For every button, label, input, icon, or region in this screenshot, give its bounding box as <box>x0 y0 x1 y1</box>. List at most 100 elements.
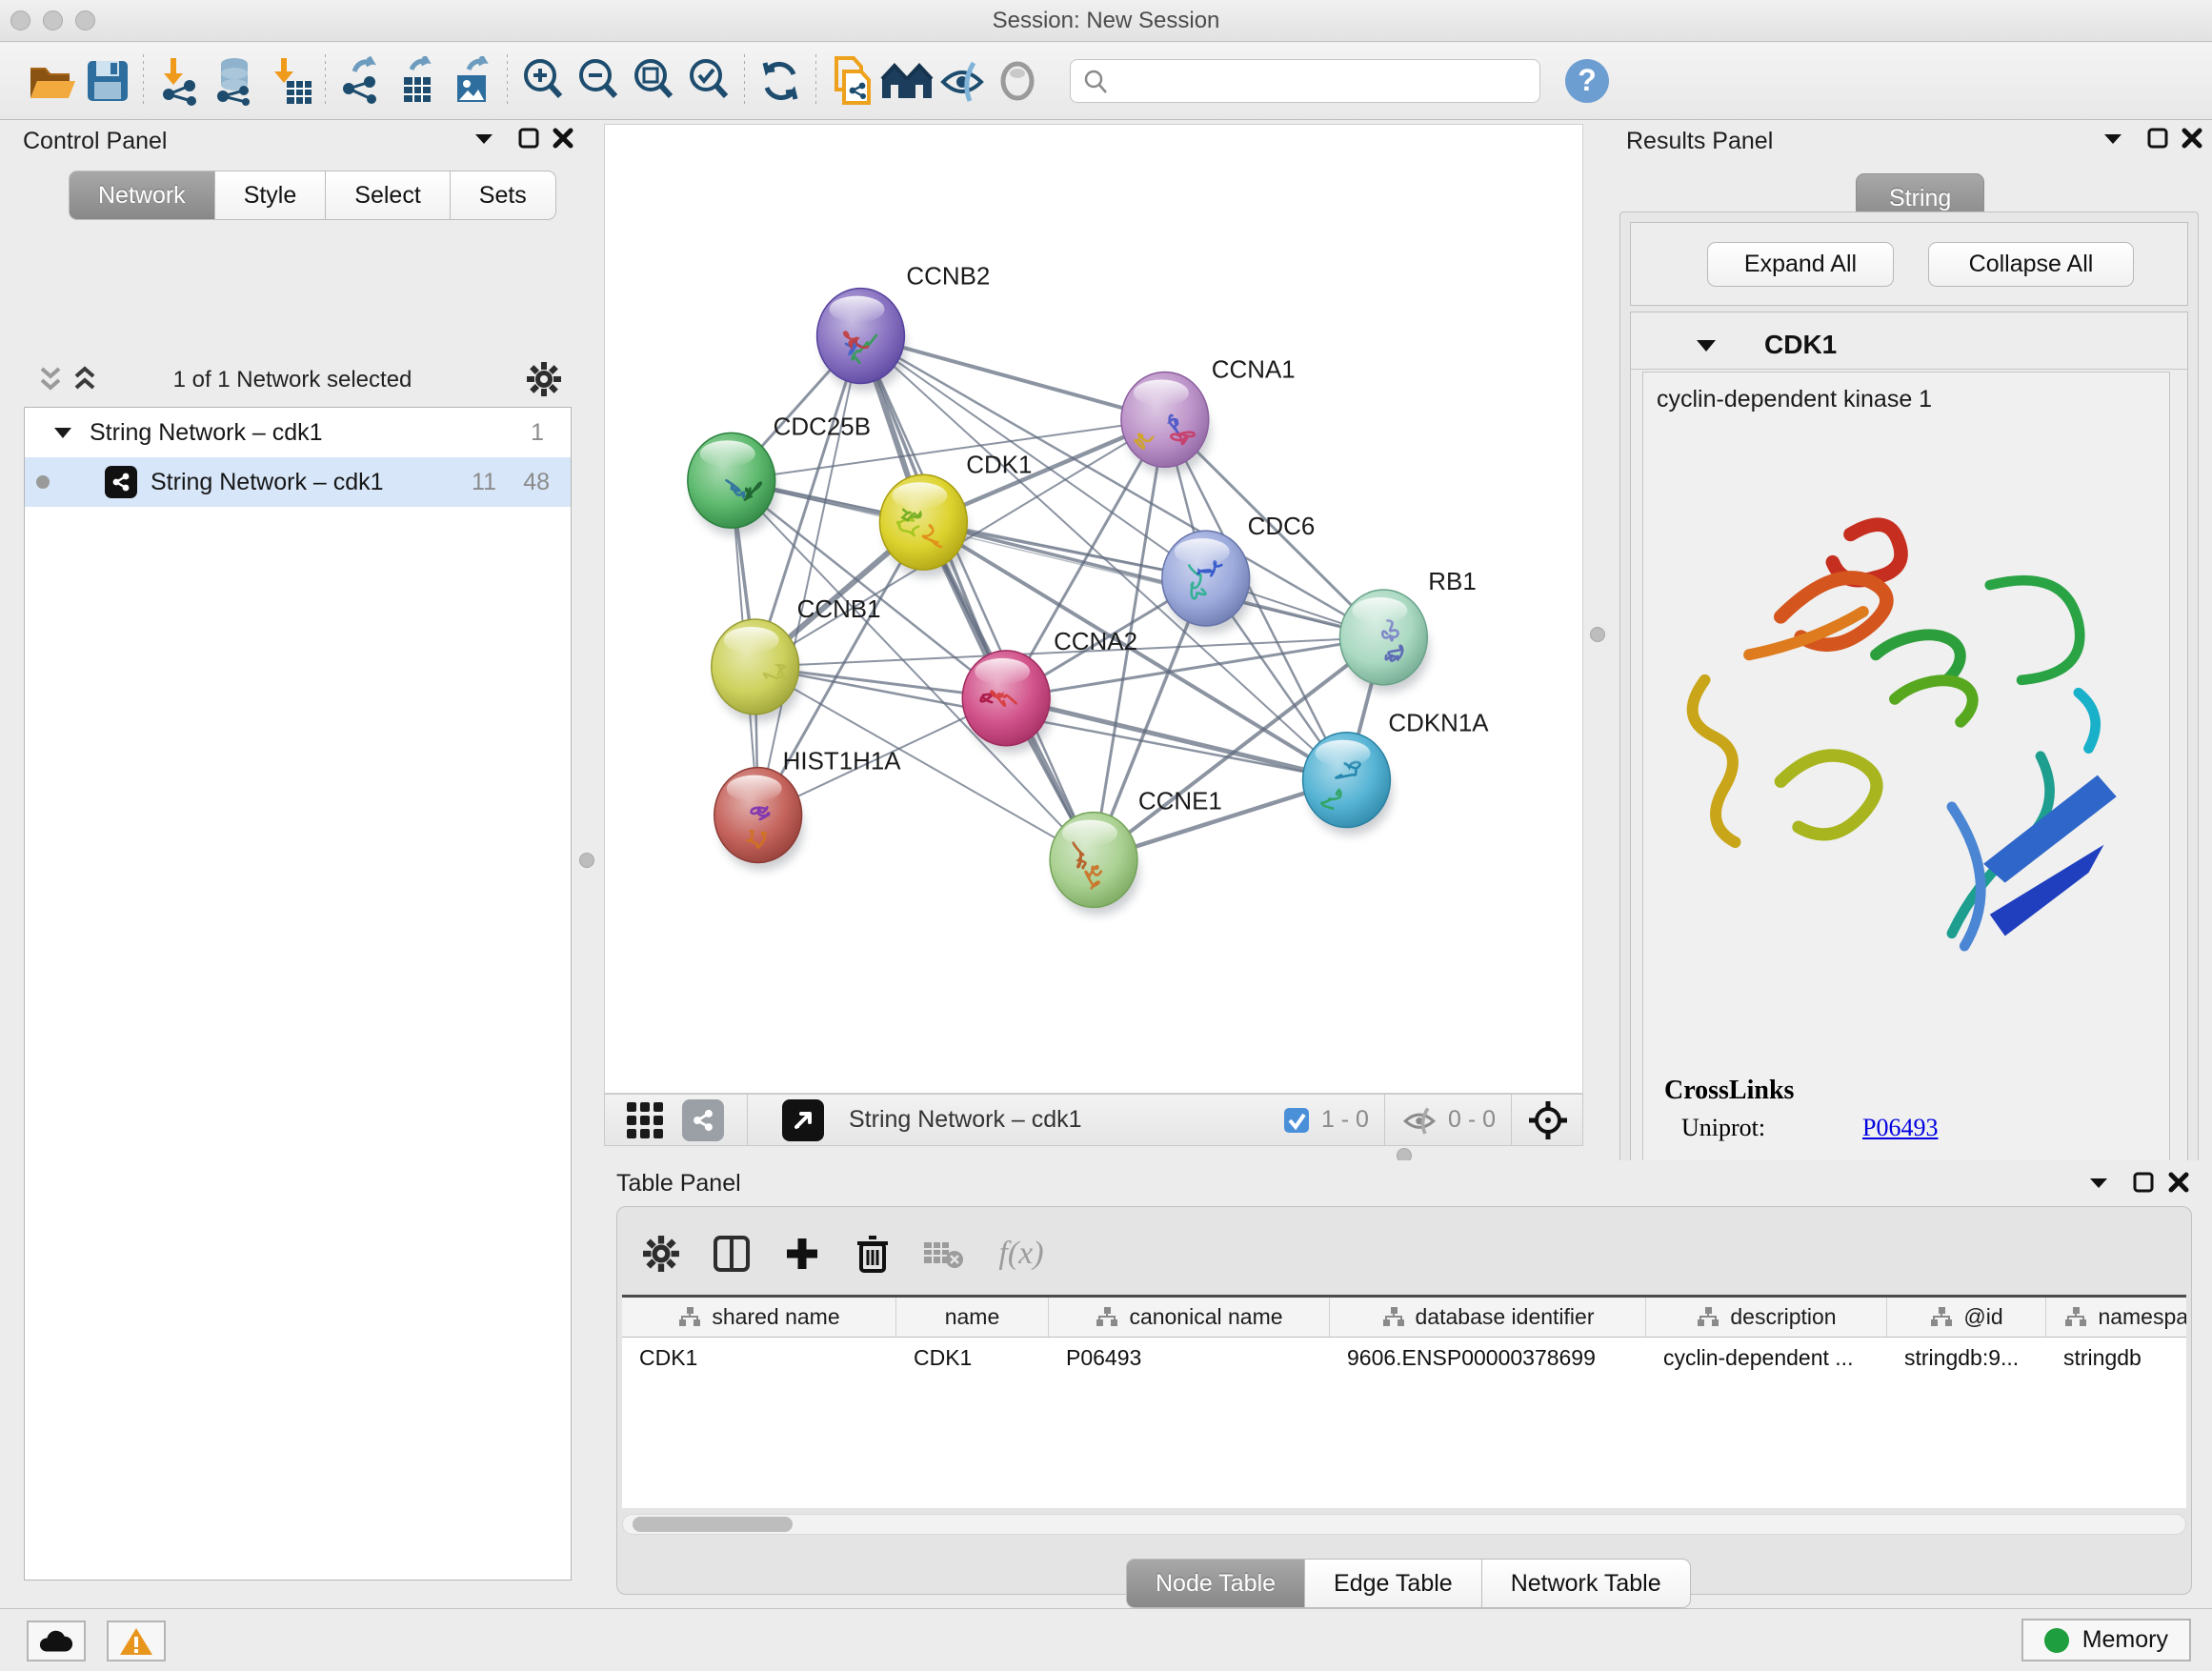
new-window-icon[interactable] <box>782 1099 824 1141</box>
tab-node-table[interactable]: Node Table <box>1126 1559 1305 1608</box>
warnings-button[interactable] <box>107 1621 166 1661</box>
float-panel-icon[interactable] <box>2145 126 2170 151</box>
table-cell[interactable]: stringdb <box>2046 1338 2186 1378</box>
section-expander-icon[interactable] <box>1694 335 1719 356</box>
close-panel-icon[interactable] <box>551 126 575 151</box>
crosslink-row: Uniprot:P06493 <box>1681 1114 2158 1142</box>
table-horizontal-scrollbar[interactable] <box>622 1514 2186 1535</box>
left-splitter-handle[interactable] <box>579 853 594 868</box>
column-header-database-identifier[interactable]: database identifier <box>1330 1298 1646 1337</box>
export-table-button[interactable] <box>389 53 444 109</box>
export-network-button[interactable] <box>333 53 389 109</box>
add-column-button[interactable] <box>777 1229 827 1278</box>
panel-menu-icon[interactable] <box>472 126 496 151</box>
node-CCNA2[interactable] <box>962 651 1052 754</box>
node-CCNA1[interactable] <box>1121 372 1211 474</box>
fit-content-crosshair-icon[interactable] <box>1527 1099 1569 1141</box>
tab-sets[interactable]: Sets <box>451 171 556 220</box>
network-canvas-svg[interactable]: CCNB2CCNA1CDC25BCDK1CDC6RB1CCNB1CCNA2CDK… <box>604 124 1583 1094</box>
collection-expander-icon[interactable] <box>51 423 74 442</box>
column-header-name[interactable]: name <box>896 1298 1049 1337</box>
table-cell[interactable]: stringdb:9... <box>1887 1338 2046 1378</box>
table-settings-button[interactable] <box>636 1229 686 1278</box>
protein-section-header[interactable]: CDK1 <box>1631 320 2187 370</box>
zoom-selected-button[interactable] <box>681 53 736 109</box>
open-file-button[interactable] <box>25 53 80 109</box>
string-panel-toggle-icon[interactable] <box>682 1099 724 1141</box>
network-view-title: String Network – cdk1 <box>849 1106 1082 1134</box>
node-CDC25B[interactable] <box>688 433 777 535</box>
network-options-gear-icon[interactable] <box>526 361 562 397</box>
search-input[interactable] <box>1070 59 1540 103</box>
close-panel-icon[interactable] <box>2166 1170 2191 1195</box>
table-cell[interactable]: P06493 <box>1049 1338 1330 1378</box>
table-row[interactable]: CDK1CDK1P064939606.ENSP00000378699cyclin… <box>622 1338 2186 1378</box>
right-splitter-handle[interactable] <box>1590 627 1605 642</box>
table-cell[interactable]: 9606.ENSP00000378699 <box>1330 1338 1646 1378</box>
zoom-out-button[interactable] <box>571 53 626 109</box>
titlebar: Session: New Session <box>0 0 2212 42</box>
function-builder-button: f(x) <box>987 1229 1056 1278</box>
table-cell[interactable]: cyclin-dependent ... <box>1646 1338 1887 1378</box>
column-header-namespac[interactable]: namespac <box>2046 1298 2186 1337</box>
table-container: f(x) shared namenamecanonical namedataba… <box>616 1206 2192 1595</box>
column-type-icon <box>1095 1306 1119 1329</box>
collection-count: 1 <box>531 419 544 447</box>
selected-nodes-checkbox-icon[interactable] <box>1281 1105 1312 1136</box>
collapse-all-button[interactable]: Collapse All <box>1928 242 2134 287</box>
show-columns-button[interactable] <box>707 1229 756 1278</box>
column-type-icon <box>1929 1306 1954 1329</box>
import-network-database-button[interactable] <box>207 53 262 109</box>
node-RB1[interactable] <box>1339 590 1429 693</box>
scrollbar-thumb[interactable] <box>633 1517 793 1532</box>
node-HIST1H1A[interactable] <box>714 768 804 871</box>
column-header-@id[interactable]: @id <box>1887 1298 2046 1337</box>
node-CDC6[interactable] <box>1162 531 1252 634</box>
edge-CCNB2-CCNE1[interactable] <box>860 336 1094 860</box>
import-table-file-button[interactable] <box>262 53 317 109</box>
edge-CCNB2-HIST1H1A[interactable] <box>758 336 861 815</box>
hide-selected-button[interactable] <box>935 53 990 109</box>
save-session-button[interactable] <box>80 53 135 109</box>
column-header-canonical-name[interactable]: canonical name <box>1049 1298 1330 1337</box>
export-table-icon <box>392 56 440 106</box>
close-panel-icon[interactable] <box>2180 126 2204 151</box>
node-CDKN1A[interactable] <box>1303 733 1393 836</box>
zoom-in-button[interactable] <box>515 53 571 109</box>
tab-network-table[interactable]: Network Table <box>1482 1559 1691 1608</box>
show-all-button[interactable] <box>990 53 1045 109</box>
node-CCNB2[interactable] <box>817 289 907 392</box>
node-CCNB1[interactable] <box>712 619 801 722</box>
tab-edge-table[interactable]: Edge Table <box>1305 1559 1482 1608</box>
export-image-button[interactable] <box>444 53 499 109</box>
network-row[interactable]: String Network – cdk1 11 48 <box>25 457 571 507</box>
birds-eye-grid-icon[interactable] <box>623 1098 667 1142</box>
node-CCNE1[interactable] <box>1050 813 1139 916</box>
crosslinks-title: CrossLinks <box>1664 1076 1794 1106</box>
zoom-fit-button[interactable] <box>626 53 681 109</box>
float-panel-icon[interactable] <box>516 126 541 151</box>
import-network-file-button[interactable] <box>151 53 207 109</box>
float-panel-icon[interactable] <box>2131 1170 2156 1195</box>
column-header-shared-name[interactable]: shared name <box>622 1298 896 1337</box>
node-CDK1[interactable] <box>879 474 969 577</box>
column-header-description[interactable]: description <box>1646 1298 1887 1337</box>
cloud-status-button[interactable] <box>27 1621 86 1661</box>
tab-style[interactable]: Style <box>215 171 327 220</box>
memory-button[interactable]: Memory <box>2021 1619 2191 1661</box>
crosslink-link[interactable]: P06493 <box>1862 1114 1938 1141</box>
string-home-button[interactable] <box>879 53 935 109</box>
expand-all-button[interactable]: Expand All <box>1707 242 1894 287</box>
help-button[interactable]: ? <box>1559 53 1615 109</box>
tab-select[interactable]: Select <box>326 171 450 220</box>
panel-menu-icon[interactable] <box>2101 126 2125 151</box>
tab-network[interactable]: Network <box>69 171 215 220</box>
refresh-button[interactable] <box>753 53 808 109</box>
delete-column-button[interactable] <box>848 1229 897 1278</box>
edge-CCNA2-CDKN1A[interactable] <box>1006 698 1346 780</box>
clone-network-button[interactable] <box>824 53 879 109</box>
table-cell[interactable]: CDK1 <box>622 1338 896 1378</box>
network-collection-row[interactable]: String Network – cdk1 1 <box>25 408 571 457</box>
table-cell[interactable]: CDK1 <box>896 1338 1049 1378</box>
panel-menu-icon[interactable] <box>2086 1170 2111 1195</box>
